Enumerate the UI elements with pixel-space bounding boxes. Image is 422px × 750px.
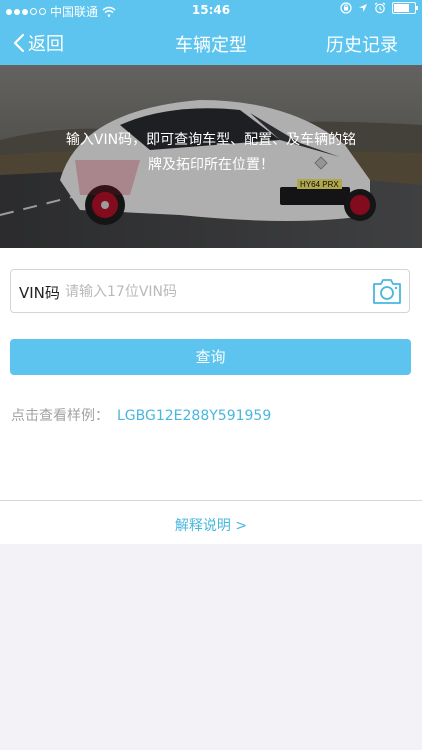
status-bar: 中国联通 15:46 (0, 0, 422, 22)
sample-vin-link[interactable]: LGBG12E288Y591959 (117, 408, 271, 424)
location-arrow-icon (359, 4, 367, 12)
divider (0, 500, 422, 501)
alarm-icon (374, 2, 386, 14)
explain-link[interactable]: 解释说明 > (0, 515, 422, 535)
sample-row: 点击查看样例： LGBG12E288Y591959 (11, 405, 271, 425)
vin-input[interactable] (63, 280, 367, 304)
camera-icon[interactable] (371, 276, 403, 306)
battery-fill (394, 4, 410, 12)
vin-label: VIN码 (19, 284, 60, 302)
sample-label: 点击查看样例： (11, 408, 109, 424)
status-icons (340, 2, 418, 14)
lock-icon (340, 2, 352, 14)
vin-input-box: VIN码 (10, 269, 410, 313)
battery-icon (392, 2, 418, 14)
banner-description: 输入VIN码，即可查询车型、配置、及车辆的铭牌及拓印所在位置！ (65, 132, 357, 173)
history-button[interactable]: 历史记录 (326, 31, 398, 57)
query-button[interactable]: 查询 (10, 339, 411, 375)
top-bar: 中国联通 15:46 返回 车辆定型 历史记录 (0, 0, 422, 65)
navigation-bar: 返回 车辆定型 历史记录 (0, 22, 422, 65)
car-banner: HY64 PRX 输入VIN码，即可查询车型、配置、及车辆的铭牌及拓印所在位置！ (0, 65, 422, 248)
